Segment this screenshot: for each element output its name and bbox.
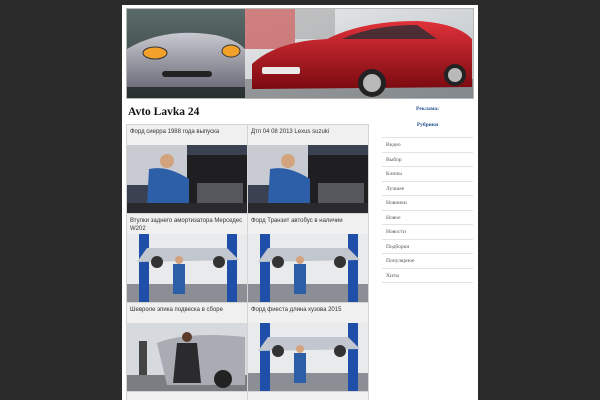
mechanic-engine-photo[interactable] [248, 145, 368, 213]
post-caption[interactable]: Форд фиеста длина кузова 2015 [248, 303, 368, 323]
post-card[interactable]: Форд сиерра 1988 года выпуска [127, 125, 247, 213]
post-caption[interactable]: Форд сиерра 1988 года выпуска [127, 125, 247, 145]
rubrics-heading: Рубрики [416, 122, 439, 128]
post-caption[interactable]: Втулки заднего амортизатора Мерседес W20… [127, 214, 247, 234]
post-card[interactable]: Дтп 04 08 2013 Lexus suzuki [248, 125, 368, 213]
sidebar-item[interactable]: Новинки [382, 196, 473, 211]
sidebar-item[interactable]: Популярное [382, 254, 473, 269]
post-card[interactable]: Форд фиеста длина кузова 2015 [248, 303, 368, 391]
sidebar-item[interactable]: Видео [382, 138, 473, 153]
car-polishing-photo[interactable] [127, 323, 247, 391]
post-caption[interactable]: Шевроле эпика подвеска в сборе [127, 303, 247, 323]
car-lift-photo[interactable] [248, 234, 368, 302]
post-card[interactable]: Форд Транзит автобус в наличии [248, 214, 368, 302]
post-caption[interactable]: Форд Транзит автобус в наличии [248, 214, 368, 234]
car-lift-photo[interactable] [127, 234, 247, 302]
site-title[interactable]: Avto Lavka 24 [128, 106, 199, 118]
mechanic-engine-photo[interactable] [127, 145, 247, 213]
sidebar-item[interactable]: Новости [382, 225, 473, 240]
post-card[interactable]: Шевроле эпика подвеска в сборе [127, 303, 247, 391]
post-card[interactable]: Втулки заднего амортизатора Мерседес W20… [127, 214, 247, 302]
post-caption[interactable] [127, 392, 247, 400]
ads-heading: Реклама: [415, 106, 440, 112]
post-caption[interactable] [248, 392, 368, 400]
sidebar-item[interactable]: Подборки [382, 240, 473, 254]
category-list: Видео Выбор Клипы Лучшее Новинки Новое Н… [382, 137, 473, 283]
car-lift-photo[interactable] [248, 323, 368, 391]
sidebar-item[interactable]: Клипы [382, 167, 473, 182]
sidebar-item[interactable]: Лучшее [382, 182, 473, 196]
sidebar-item[interactable]: Хиты [382, 269, 473, 283]
header-banner [126, 8, 474, 99]
sidebar-item[interactable]: Новое [382, 211, 473, 225]
post-grid: Форд сиерра 1988 года выпуска Дтп 04 08 … [126, 124, 369, 400]
page-container: Avto Lavka 24 Форд сиерра 1988 года выпу… [122, 5, 478, 400]
post-card[interactable] [248, 392, 368, 400]
post-card[interactable] [127, 392, 247, 400]
sidebar: Реклама: Рубрики Видео Выбор Клипы Лучше… [382, 105, 473, 283]
post-caption[interactable]: Дтп 04 08 2013 Lexus suzuki [248, 125, 368, 145]
sidebar-item[interactable]: Выбор [382, 153, 473, 167]
